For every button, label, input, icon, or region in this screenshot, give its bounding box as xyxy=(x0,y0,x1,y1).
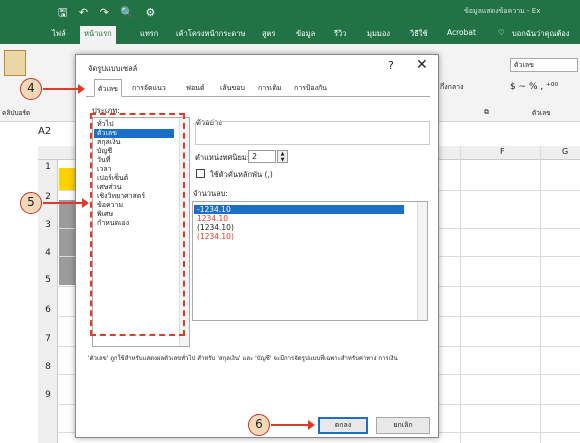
tab-review[interactable]: รีวิว xyxy=(334,28,346,40)
tab-number[interactable]: ตัวเลข xyxy=(94,79,122,97)
close-icon[interactable]: ✕ xyxy=(416,57,428,73)
list-item[interactable]: (1234.10) xyxy=(197,223,234,232)
callout-5: 5 xyxy=(20,192,42,214)
tab-page-layout[interactable]: เค้าโครงหน้ากระดาษ xyxy=(176,28,245,40)
row-header[interactable]: 5 xyxy=(38,275,58,285)
ribbon-tabs: ไฟล์ หน้าแรก แทรก เค้าโครงหน้ากระดาษ สูต… xyxy=(0,22,580,44)
number-format-value: ตัวเลข xyxy=(514,61,534,69)
tab-fill[interactable]: การเติม xyxy=(258,83,281,94)
tab-formulas[interactable]: สูตร xyxy=(262,28,275,40)
negative-numbers-label: จำนวนลบ: xyxy=(193,189,228,198)
tell-me-search[interactable]: บอกฉันว่าคุณต้อง xyxy=(512,28,569,40)
list-item[interactable]: 1234.10 xyxy=(197,214,228,223)
dialog-launcher-icon[interactable]: ⧉ xyxy=(484,108,489,117)
dialog-tab-bar: ตัวเลข การจัดแนว ฟอนต์ เส้นขอบ การเติม ก… xyxy=(86,79,430,97)
thousands-separator-label: ใช้ตัวคั่นหลักพัน (,) xyxy=(210,170,273,179)
category-highlight-box xyxy=(90,113,185,336)
negative-numbers-list[interactable]: -1234.10 1234.10 (1234.10) (1234.10) xyxy=(192,201,428,321)
row-header[interactable]: 3 xyxy=(38,220,58,230)
dialog-title: จัดรูปแบบเซลล์ xyxy=(88,64,138,73)
description-text: 'ตัวเลข' ถูกใช้สำหรับแสดงผลตัวเลขทั่วไป … xyxy=(88,355,398,362)
ok-button[interactable]: ตกลง xyxy=(318,417,368,434)
tab-font[interactable]: ฟอนต์ xyxy=(186,83,205,94)
row-header[interactable]: 7 xyxy=(38,334,58,344)
row-header[interactable]: 6 xyxy=(38,305,58,315)
title-bar: 🖫 ↶ ↷ 🔍 ⚙ ข้อมูลแสดงข้อความ - Ex xyxy=(0,0,580,22)
tab-file[interactable]: ไฟล์ xyxy=(52,28,66,40)
arrow-icon xyxy=(43,84,85,94)
document-title: ข้อมูลแสดงข้อความ - Ex xyxy=(464,7,541,15)
row-header[interactable]: 1 xyxy=(38,162,58,172)
tab-insert[interactable]: แทรก xyxy=(140,28,158,40)
tab-alignment[interactable]: การจัดแนว xyxy=(132,83,166,94)
list-item-selected[interactable]: -1234.10 xyxy=(194,205,404,214)
list-item[interactable]: (1234.10) xyxy=(197,232,234,241)
paste-icon[interactable] xyxy=(4,50,26,76)
name-box[interactable]: A2 xyxy=(38,126,51,142)
number-group-label: ตัวเลข xyxy=(532,109,551,117)
number-symbols[interactable]: $ ~ % , ⁺⁰⁰ xyxy=(510,82,558,92)
tab-home[interactable]: หน้าแรก xyxy=(80,26,116,44)
cancel-button[interactable]: ยกเลิก xyxy=(376,417,430,434)
tab-acrobat[interactable]: Acrobat xyxy=(447,28,476,37)
arrow-icon xyxy=(43,198,89,208)
column-header-f[interactable]: F xyxy=(500,147,505,156)
help-icon[interactable]: ? xyxy=(388,59,394,72)
thousands-separator-checkbox[interactable] xyxy=(196,169,205,178)
align-center-button[interactable]: กึ่งกลาง xyxy=(440,82,464,93)
row-header[interactable]: 8 xyxy=(38,362,58,372)
quick-access-toolbar[interactable]: 🖫 ↶ ↷ 🔍 ⚙ xyxy=(58,4,159,23)
decimal-places-input[interactable]: 2 xyxy=(248,150,276,163)
tab-help[interactable]: วิธีใช้ xyxy=(410,28,428,40)
tab-border[interactable]: เส้นขอบ xyxy=(220,83,245,94)
decimal-spinner[interactable]: ▲ ▼ xyxy=(277,150,288,163)
row-header[interactable]: 9 xyxy=(38,390,58,400)
row-header[interactable]: 4 xyxy=(38,248,58,258)
sample-box xyxy=(195,121,430,145)
negative-list-scrollbar[interactable] xyxy=(417,202,427,320)
lightbulb-icon: ♡ xyxy=(498,28,505,37)
column-header-g[interactable]: G xyxy=(562,147,568,156)
decimal-places-label: ตำแหน่งทศนิยม: xyxy=(195,153,250,162)
tab-view[interactable]: มุมมอง xyxy=(367,28,390,40)
number-format-dropdown[interactable]: ตัวเลข xyxy=(510,58,578,72)
clipboard-group-label: คลิปบอร์ด xyxy=(2,109,31,117)
callout-4: 4 xyxy=(20,78,42,100)
tab-protection[interactable]: การป้องกัน xyxy=(294,83,327,94)
arrow-icon xyxy=(271,420,315,430)
callout-6: 6 xyxy=(248,414,270,436)
tab-data[interactable]: ข้อมูล xyxy=(296,28,315,40)
